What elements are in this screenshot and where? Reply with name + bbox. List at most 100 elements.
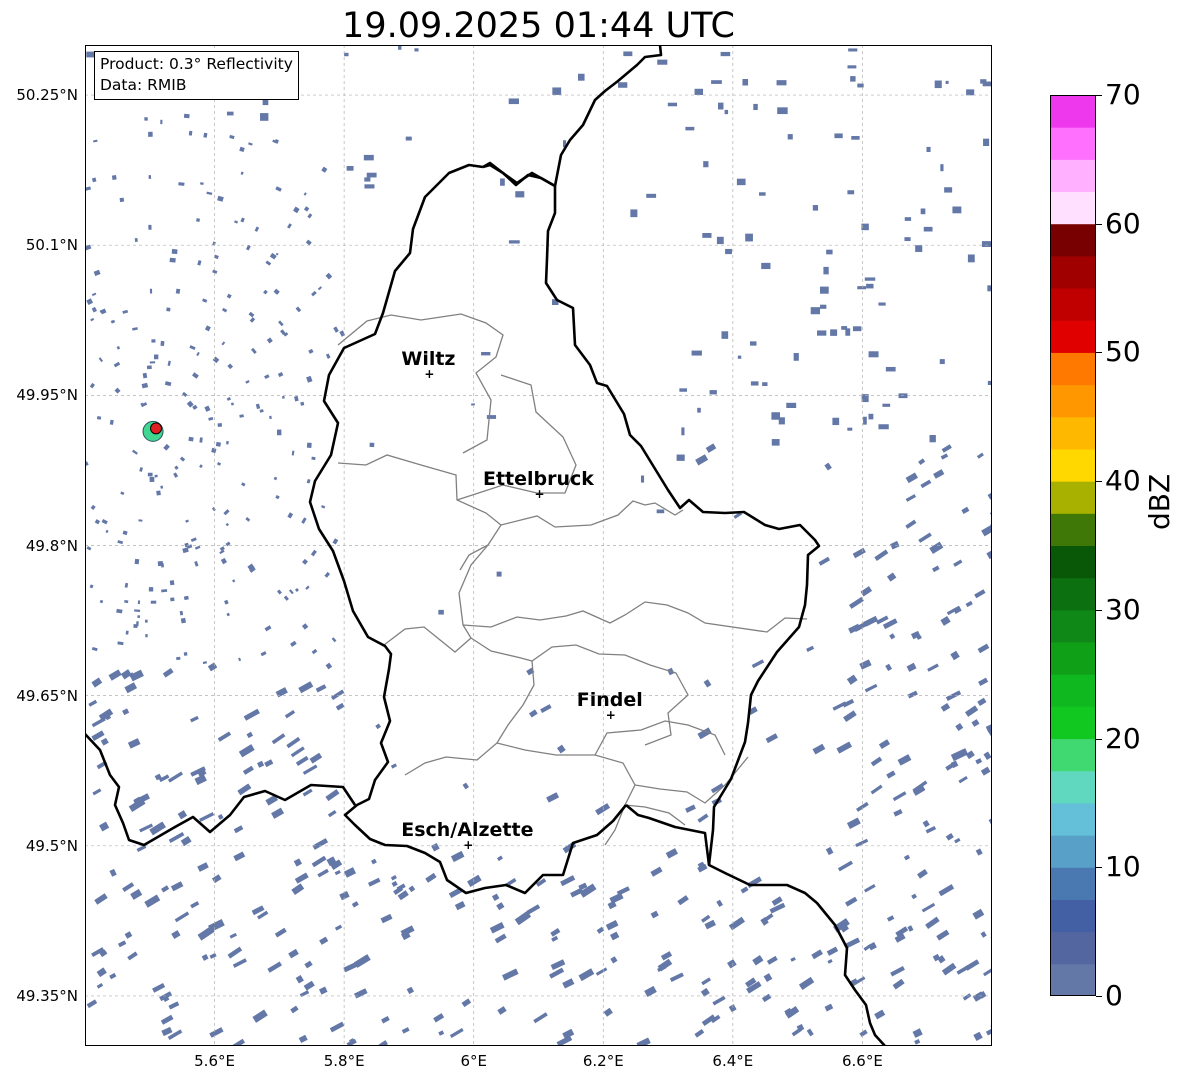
- echo-pixel: [961, 506, 970, 515]
- echo-pixel: [183, 595, 189, 601]
- echo-pixel: [471, 403, 475, 406]
- echo-pixel: [927, 663, 939, 672]
- echo-pixel: [381, 1016, 390, 1024]
- echo-pixel: [826, 946, 839, 956]
- echo-pixel: [921, 902, 936, 913]
- echo-pixel: [610, 956, 618, 964]
- echo-pixel: [161, 885, 170, 893]
- echo-pixel: [344, 52, 349, 57]
- district-line: [337, 454, 502, 571]
- echo-pixel: [317, 868, 329, 878]
- echo-pixel: [231, 1038, 246, 1046]
- echo-pixel: [166, 307, 171, 312]
- echo-pixel: [973, 1031, 983, 1041]
- echo-pixel: [169, 580, 175, 586]
- echo-pixel: [174, 911, 190, 923]
- echo-pixel: [149, 361, 156, 364]
- echo-pixel: [945, 80, 949, 84]
- echo-pixel: [116, 346, 121, 350]
- echo-pixel: [245, 245, 251, 251]
- echo-pixel: [771, 412, 781, 420]
- echo-pixel: [595, 803, 611, 816]
- echo-pixel: [408, 885, 416, 893]
- echo-pixel: [753, 103, 758, 111]
- echo-pixel: [237, 783, 252, 796]
- echo-pixel: [746, 876, 762, 889]
- colorbar: [1050, 95, 1096, 996]
- echo-pixel: [220, 557, 228, 565]
- echo-pixel: [246, 731, 254, 739]
- echo-pixel: [229, 134, 235, 140]
- echo-pixel: [91, 677, 103, 688]
- colorbar-tick-label: 60: [1105, 206, 1141, 240]
- echo-pixel: [306, 375, 313, 383]
- echo-pixel: [197, 862, 209, 872]
- echo-pixel: [94, 519, 101, 525]
- colorbar-segment: [1050, 963, 1096, 996]
- echo-pixel: [761, 993, 772, 1003]
- echo-pixel: [188, 130, 193, 136]
- echo-pixel: [718, 102, 724, 110]
- echo-pixel: [433, 1013, 445, 1023]
- echo-pixel: [870, 784, 883, 795]
- echo-pixel: [850, 76, 856, 82]
- city-label: Wiltz: [401, 348, 456, 371]
- district-line: [404, 660, 535, 776]
- colorbar-tick-mark: [1096, 352, 1102, 354]
- echo-pixel: [226, 293, 232, 299]
- echo-pixel: [824, 462, 832, 471]
- echo-pixel: [294, 588, 299, 592]
- echo-pixel: [778, 417, 785, 425]
- echo-pixel: [623, 51, 633, 57]
- echo-pixel: [167, 771, 184, 783]
- echo-pixel: [975, 848, 983, 856]
- echo-pixel: [811, 949, 823, 960]
- echo-pixel: [711, 80, 722, 84]
- echo-pixel: [274, 927, 287, 938]
- echo-pixel: [232, 579, 236, 583]
- echo-pixel: [702, 232, 712, 238]
- echo-pixel: [286, 736, 301, 749]
- echo-pixel: [736, 178, 746, 186]
- echo-pixel: [138, 519, 143, 522]
- lon-tick-label: 6.6°E: [842, 1052, 883, 1070]
- echo-pixel: [578, 73, 585, 81]
- echo-pixel: [144, 117, 148, 121]
- echo-pixel: [150, 600, 157, 604]
- colorbar-segment: [1050, 352, 1096, 386]
- echo-pixel: [390, 875, 397, 881]
- echo-pixel: [826, 249, 833, 255]
- colorbar-tick-mark: [1096, 481, 1102, 483]
- colorbar-segment: [1050, 95, 1096, 128]
- echo-pixel: [86, 298, 94, 306]
- colorbar-segment: [1050, 448, 1096, 482]
- echo-pixel: [105, 529, 109, 534]
- echo-pixel: [890, 965, 905, 977]
- echo-pixel: [116, 608, 123, 614]
- echo-pixel: [148, 175, 152, 179]
- echo-pixel: [122, 309, 129, 314]
- colorbar-segment: [1050, 481, 1096, 514]
- echo-pixel: [229, 932, 237, 939]
- echo-pixel: [414, 48, 419, 52]
- echo-pixel: [161, 589, 168, 593]
- echo-pixel: [200, 182, 204, 186]
- echo-pixel: [194, 774, 207, 786]
- echo-pixel: [694, 1028, 705, 1038]
- radar-map[interactable]: [85, 45, 992, 1046]
- echo-pixel: [190, 715, 199, 723]
- echo-pixel: [197, 926, 215, 941]
- echo-pixel: [295, 755, 309, 766]
- echo-pixel: [940, 703, 951, 712]
- echo-pixel: [965, 600, 973, 608]
- colorbar-segment: [1050, 674, 1096, 707]
- echo-pixel: [96, 983, 104, 989]
- echo-pixel: [716, 236, 724, 245]
- radar-site-marker: [150, 422, 163, 435]
- echo-pixel: [976, 452, 984, 459]
- city-label: Esch/Alzette: [401, 818, 534, 841]
- echo-pixel: [667, 102, 678, 107]
- echo-pixel: [147, 472, 153, 477]
- echo-pixel: [149, 288, 153, 294]
- echo-pixel: [953, 606, 962, 614]
